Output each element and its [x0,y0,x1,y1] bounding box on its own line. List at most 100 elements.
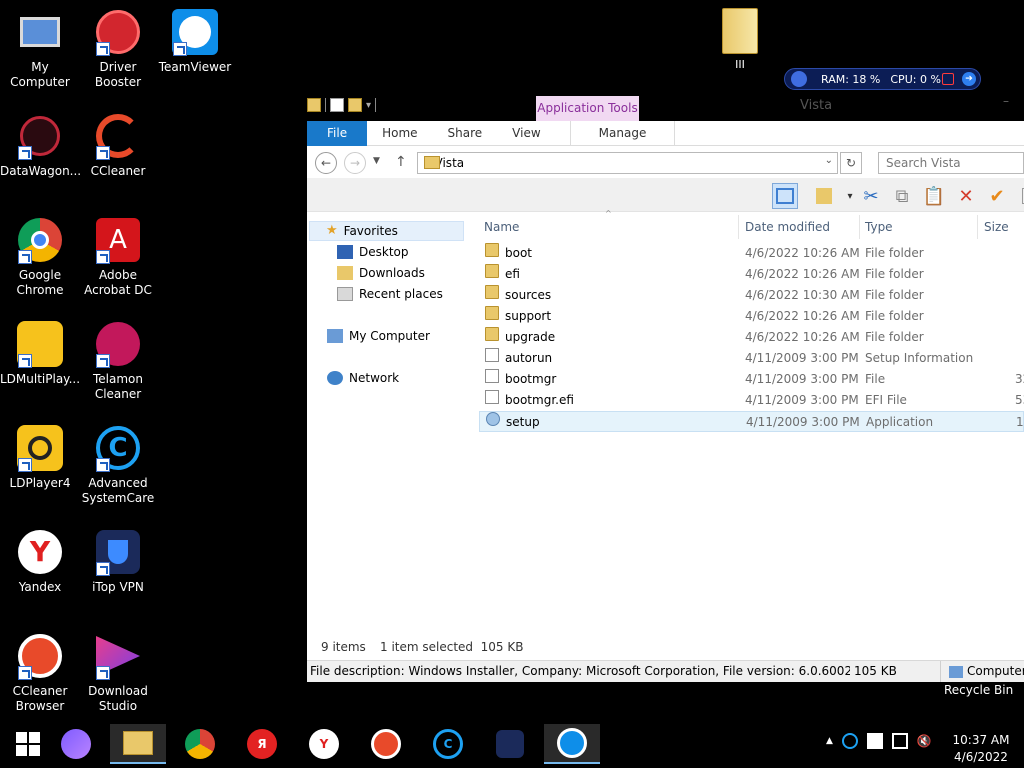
desktop-icon-driver-booster[interactable]: Driver Booster [78,8,158,90]
paste-icon[interactable]: 📋 [921,183,947,209]
computer-icon [16,8,64,56]
taskbar: Я Y C ▲ 🔇 10:37 AM 4/6/2022 [0,720,1024,768]
file-type: File folder [865,246,924,260]
volume-muted-icon[interactable]: 🔇 [917,733,933,749]
taskbar-chrome[interactable] [172,724,228,764]
recycle-bin-label[interactable]: Recycle Bin [944,683,1013,697]
flag-icon[interactable] [866,733,883,749]
file-row[interactable]: setup 4/11/2009 3:00 PM Application 10 [479,411,1024,432]
tab-home[interactable]: Home [367,121,432,146]
delete-icon[interactable]: ✕ [953,183,979,209]
new-folder-icon[interactable] [348,98,362,112]
file-type: File folder [865,288,924,302]
desktop-icon-label: LDMultiPlay... [0,372,81,386]
file-date: 4/11/2009 3:00 PM [745,393,859,407]
checkmark-icon[interactable]: ✔ [984,183,1010,209]
back-button[interactable]: ← [315,152,337,174]
search-input[interactable]: Search Vista [878,152,1024,174]
file-row[interactable]: upgrade 4/6/2022 10:26 AM File folder [479,327,1024,348]
tab-file[interactable]: File [307,120,368,146]
taskbar-yandex-browser[interactable]: Я [234,724,290,764]
nav-downloads[interactable]: Downloads [337,263,425,283]
desktop-icon-datawagon[interactable]: DataWagon... [0,112,81,179]
nav-network[interactable]: Network [327,368,399,388]
clock-time: 10:37 AM [952,733,1010,747]
desktop-icon-yandex[interactable]: Y Yandex [0,528,80,595]
record-icon[interactable] [942,73,954,85]
desktop-icon-label: CCleaner [90,164,146,178]
title-bar[interactable]: ▾ Application Tools Vista – [307,92,1024,121]
file-row[interactable]: bootmgr 4/11/2009 3:00 PM File 32 [479,369,1024,390]
tab-manage[interactable]: Manage [569,120,676,146]
nav-my-computer[interactable]: My Computer [327,326,430,346]
desktop-icon-download-studio[interactable]: Download Studio [78,632,158,714]
taskbar-ccleaner-browser[interactable] [358,724,414,764]
taskbar-teamviewer[interactable] [544,724,600,764]
column-header-date[interactable]: Date modified [740,215,860,239]
ccleaner-browser-icon [16,632,64,680]
properties-button[interactable] [811,183,837,209]
arrow-right-icon[interactable]: ➔ [962,72,976,86]
more-icon[interactable] [1014,183,1024,209]
preview-pane-button[interactable] [772,183,798,209]
file-row[interactable]: efi 4/6/2022 10:26 AM File folder [479,264,1024,285]
file-date: 4/6/2022 10:26 AM [745,309,860,323]
desktop-icon-ccleaner-browser[interactable]: CCleaner Browser [0,632,80,714]
desktop-icon-teamviewer[interactable]: TeamViewer [155,8,235,75]
cut-icon[interactable]: ✂ [858,183,884,209]
chevron-down-icon[interactable]: ▾ [366,100,371,111]
column-header-type[interactable]: Type [860,215,978,239]
clock[interactable]: 10:37 AM 4/6/2022 [950,732,1012,766]
desktop-icon-itop-vpn[interactable]: iTop VPN [78,528,158,595]
quick-access-toolbar: ▾ [307,98,377,112]
file-size: 32 [1015,372,1024,386]
nav-recent-places[interactable]: Recent places [337,284,443,304]
desktop-icon-my-computer[interactable]: My Computer [0,8,80,90]
tab-share[interactable]: Share [433,121,498,146]
network-icon[interactable] [891,733,908,749]
nav-favorites[interactable]: ★ Favorites [309,221,464,241]
desktop-icon-telamon-cleaner[interactable]: Telamon Cleaner [78,320,158,402]
file-row[interactable]: boot 4/6/2022 10:26 AM File folder [479,243,1024,264]
desktop-icon-adobe-acrobat[interactable]: A Adobe Acrobat DC [78,216,158,298]
tab-view[interactable]: View [497,121,555,146]
taskbar-advanced-systemcare[interactable]: C [420,724,476,764]
taskbar-alice[interactable] [48,724,104,764]
ldplayer-icon [16,424,64,472]
desktop-icon-ccleaner[interactable]: CCleaner [78,112,158,179]
file-icon [485,390,499,404]
desktop-icon-advanced-systemcare[interactable]: C Advanced SystemCare [78,424,158,506]
taskbar-file-explorer[interactable] [110,724,166,764]
chevron-up-icon[interactable]: ▲ [826,736,833,746]
recent-locations-chevron-icon[interactable]: ▼ [373,156,380,166]
up-button[interactable]: ↑ [395,154,407,170]
refresh-button[interactable]: ↻ [840,152,862,174]
recent-places-icon [337,287,353,301]
taskbar-itop-vpn[interactable] [482,724,538,764]
desktop-icon-ldplayer4[interactable]: LDPlayer4 [0,424,80,491]
folder-icon[interactable] [307,98,321,112]
performance-widget[interactable]: RAM: 18 % CPU: 0 % ➔ [784,68,981,90]
minimize-button[interactable]: – [1003,94,1009,108]
desktop-icon-google-chrome[interactable]: Google Chrome [0,216,80,298]
file-row[interactable]: bootmgr.efi 4/11/2009 3:00 PM EFI File 53 [479,390,1024,411]
folder-icon [485,264,499,278]
chevron-down-icon[interactable]: ⌄ [825,155,833,166]
column-header-name[interactable]: Name [479,215,739,239]
properties-icon[interactable] [330,98,344,112]
desktop-icon [337,245,353,259]
chrome-icon [16,216,64,264]
copy-icon[interactable]: ⧉ [889,183,915,209]
column-header-size[interactable]: Size [979,215,1024,239]
taskbar-yandex[interactable]: Y [296,724,352,764]
file-row[interactable]: autorun 4/11/2009 3:00 PM Setup Informatio… [479,348,1024,369]
desktop-folder-iii[interactable]: III [716,8,764,71]
forward-button[interactable]: → [344,152,366,174]
ldmultiplayer-icon [16,320,64,368]
nav-desktop[interactable]: Desktop [337,242,409,262]
file-row[interactable]: sources 4/6/2022 10:30 AM File folder [479,285,1024,306]
address-bar[interactable]: ▸ Vista ⌄ [417,152,838,174]
systemcare-tray-icon[interactable] [841,733,858,749]
file-row[interactable]: support 4/6/2022 10:26 AM File folder [479,306,1024,327]
desktop-icon-ldmultiplayer[interactable]: LDMultiPlay... [0,320,80,387]
